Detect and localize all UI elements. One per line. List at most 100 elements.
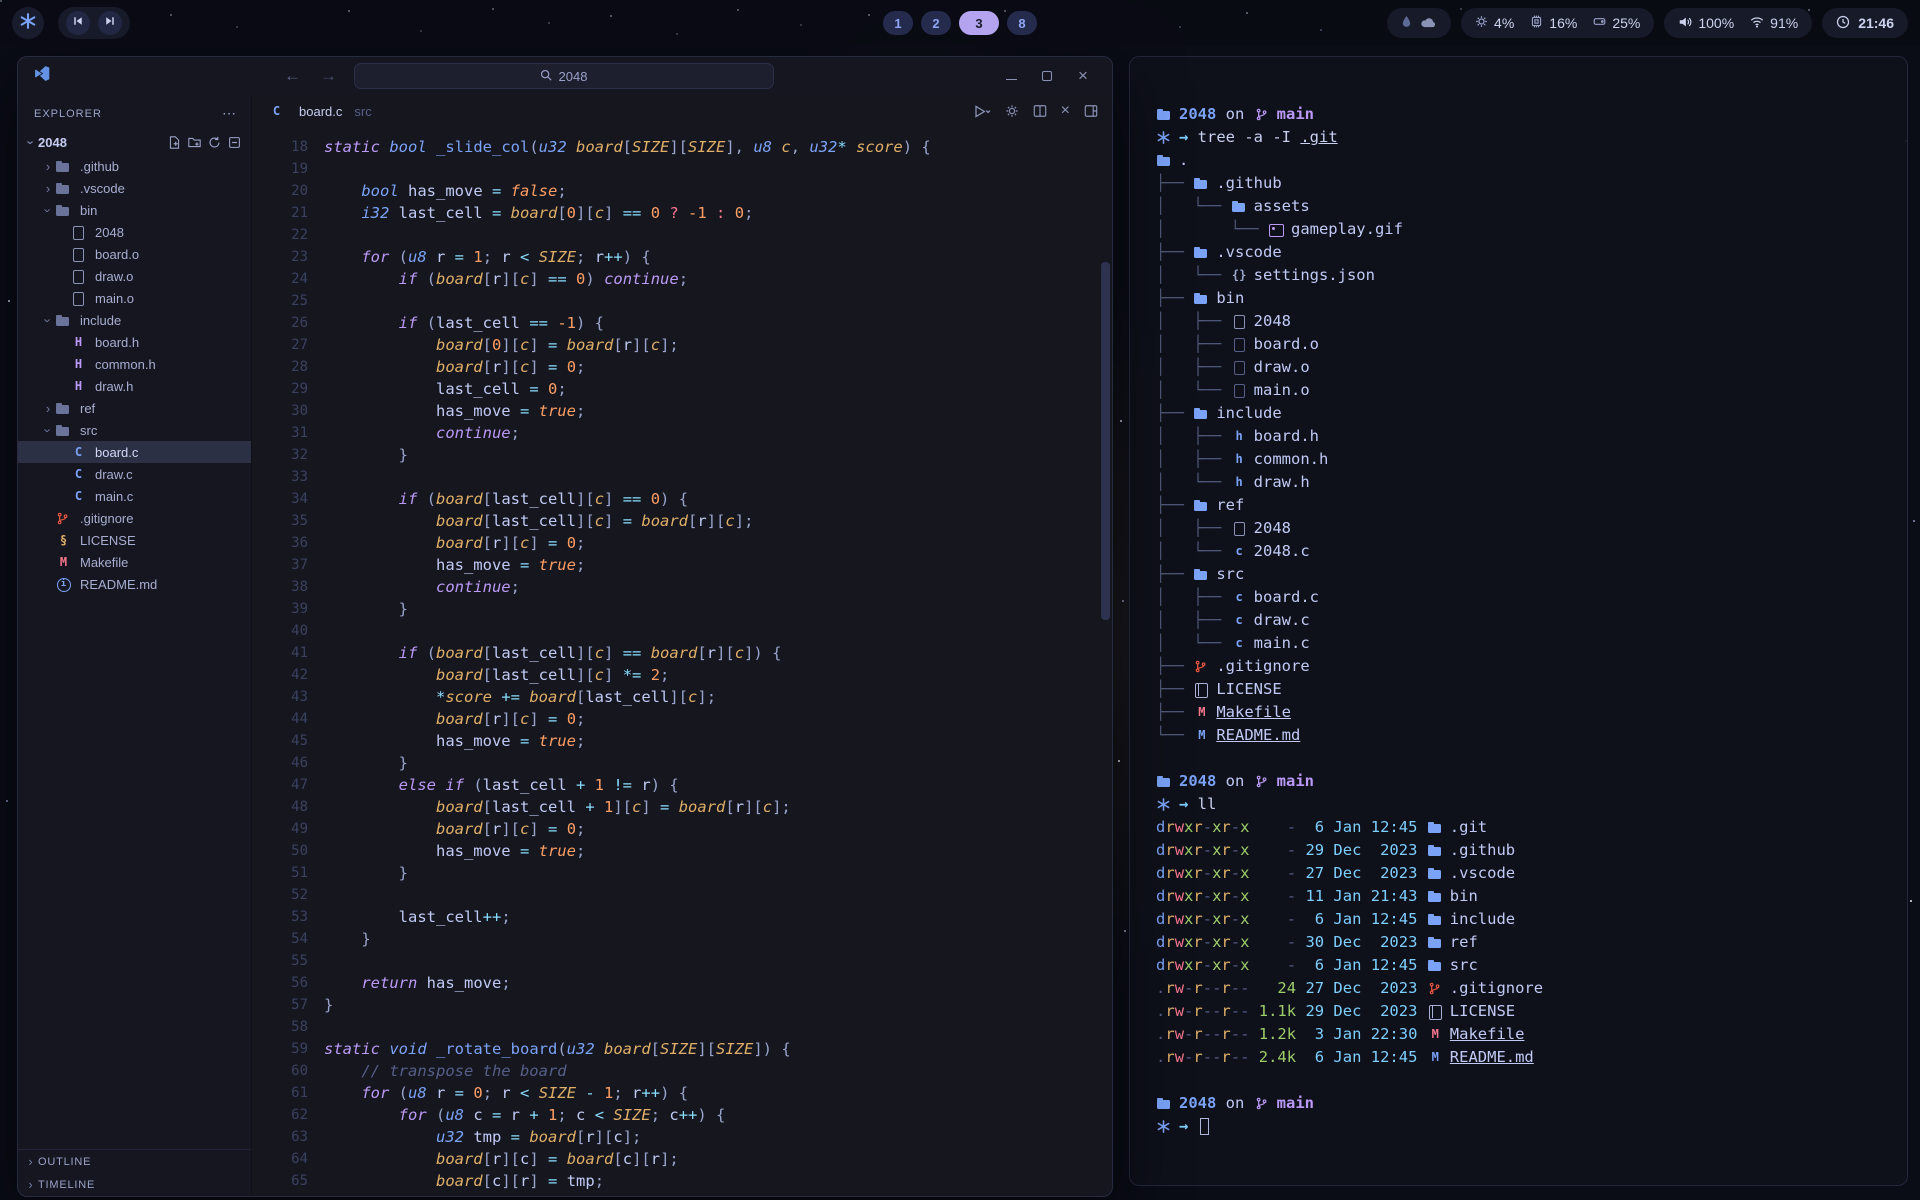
explorer-root-folder[interactable]: › 2048 bbox=[18, 130, 251, 155]
media-prev-button[interactable] bbox=[66, 11, 90, 35]
explorer-item-main.c[interactable]: Cmain.c bbox=[18, 485, 251, 507]
explorer-item-board.c[interactable]: Cboard.c bbox=[18, 441, 251, 463]
breadcrumb[interactable]: src bbox=[354, 104, 371, 119]
code-line-58[interactable]: 58 bbox=[252, 1016, 1112, 1038]
explorer-item-board.o[interactable]: board.o bbox=[18, 243, 251, 265]
refresh-icon[interactable] bbox=[208, 136, 221, 149]
close-button[interactable]: × bbox=[1076, 69, 1090, 83]
code-line-52[interactable]: 52 bbox=[252, 884, 1112, 906]
code-line-30[interactable]: 30 has_move = true; bbox=[252, 400, 1112, 422]
code-line-32[interactable]: 32 } bbox=[252, 444, 1112, 466]
code-line-19[interactable]: 19 bbox=[252, 158, 1112, 180]
code-line-53[interactable]: 53 last_cell++; bbox=[252, 906, 1112, 928]
code-line-21[interactable]: 21 i32 last_cell = board[0][c] == 0 ? -1… bbox=[252, 202, 1112, 224]
code-line-48[interactable]: 48 board[last_cell + 1][c] = board[r][c]… bbox=[252, 796, 1112, 818]
code-area[interactable]: 18static bool _slide_col(u32 board[SIZE]… bbox=[252, 127, 1112, 1196]
code-line-31[interactable]: 31 continue; bbox=[252, 422, 1112, 444]
code-line-62[interactable]: 62 for (u8 c = r + 1; c < SIZE; c++) { bbox=[252, 1104, 1112, 1126]
active-tab-filename[interactable]: board.c bbox=[299, 104, 342, 119]
layout-panel-icon[interactable] bbox=[1084, 104, 1098, 118]
code-line-63[interactable]: 63 u32 tmp = board[r][c]; bbox=[252, 1126, 1112, 1148]
code-line-25[interactable]: 25 bbox=[252, 290, 1112, 312]
explorer-item-.gitignore[interactable]: .gitignore bbox=[18, 507, 251, 529]
code-line-49[interactable]: 49 board[r][c] = 0; bbox=[252, 818, 1112, 840]
code-line-24[interactable]: 24 if (board[r][c] == 0) continue; bbox=[252, 268, 1112, 290]
new-file-icon[interactable] bbox=[168, 136, 181, 149]
explorer-item-ref[interactable]: ›ref bbox=[18, 397, 251, 419]
code-line-40[interactable]: 40 bbox=[252, 620, 1112, 642]
code-line-51[interactable]: 51 } bbox=[252, 862, 1112, 884]
code-line-29[interactable]: 29 last_cell = 0; bbox=[252, 378, 1112, 400]
workspace-2[interactable]: 2 bbox=[921, 11, 951, 35]
explorer-item-README.md[interactable]: iREADME.md bbox=[18, 573, 251, 595]
weather-widget[interactable] bbox=[1387, 8, 1451, 38]
code-line-42[interactable]: 42 board[last_cell][c] *= 2; bbox=[252, 664, 1112, 686]
terminal-window[interactable]: 2048 on main→ tree -a -I .git.├── .githu… bbox=[1129, 56, 1908, 1186]
code-line-39[interactable]: 39 } bbox=[252, 598, 1112, 620]
search-input[interactable]: 2048 bbox=[354, 63, 774, 89]
code-line-18[interactable]: 18static bool _slide_col(u32 board[SIZE]… bbox=[252, 136, 1112, 158]
code-line-33[interactable]: 33 bbox=[252, 466, 1112, 488]
explorer-item-board.h[interactable]: Hboard.h bbox=[18, 331, 251, 353]
collapse-all-icon[interactable] bbox=[228, 136, 241, 149]
workspace-8[interactable]: 8 bbox=[1007, 11, 1037, 35]
code-line-56[interactable]: 56 return has_move; bbox=[252, 972, 1112, 994]
split-editor-icon[interactable] bbox=[1033, 104, 1047, 118]
explorer-item-src[interactable]: ›src bbox=[18, 419, 251, 441]
explorer-item-2048[interactable]: 2048 bbox=[18, 221, 251, 243]
scrollbar-thumb[interactable] bbox=[1101, 262, 1110, 621]
code-line-60[interactable]: 60 // transpose the board bbox=[252, 1060, 1112, 1082]
code-line-44[interactable]: 44 board[r][c] = 0; bbox=[252, 708, 1112, 730]
workspace-1[interactable]: 1 bbox=[883, 11, 913, 35]
navigate-back-button[interactable]: ← bbox=[282, 66, 304, 86]
explorer-item-main.o[interactable]: main.o bbox=[18, 287, 251, 309]
code-line-28[interactable]: 28 board[r][c] = 0; bbox=[252, 356, 1112, 378]
explorer-item-include[interactable]: ›include bbox=[18, 309, 251, 331]
explorer-item-Makefile[interactable]: MMakefile bbox=[18, 551, 251, 573]
code-line-43[interactable]: 43 *score += board[last_cell][c]; bbox=[252, 686, 1112, 708]
code-line-34[interactable]: 34 if (board[last_cell][c] == 0) { bbox=[252, 488, 1112, 510]
code-line-38[interactable]: 38 continue; bbox=[252, 576, 1112, 598]
explorer-item-.vscode[interactable]: ›.vscode bbox=[18, 177, 251, 199]
system-stats-widget[interactable]: 4% 16% 25% bbox=[1461, 8, 1654, 38]
workspace-3[interactable]: 3 bbox=[959, 11, 999, 35]
maximize-button[interactable] bbox=[1040, 69, 1054, 83]
code-line-59[interactable]: 59static void _rotate_board(u32 board[SI… bbox=[252, 1038, 1112, 1060]
code-line-47[interactable]: 47 else if (last_cell + 1 != r) { bbox=[252, 774, 1112, 796]
code-line-57[interactable]: 57} bbox=[252, 994, 1112, 1016]
explorer-item-draw.o[interactable]: draw.o bbox=[18, 265, 251, 287]
code-line-45[interactable]: 45 has_move = true; bbox=[252, 730, 1112, 752]
code-line-20[interactable]: 20 bool has_move = false; bbox=[252, 180, 1112, 202]
explorer-item-.github[interactable]: ›.github bbox=[18, 155, 251, 177]
code-line-46[interactable]: 46 } bbox=[252, 752, 1112, 774]
code-line-61[interactable]: 61 for (u8 r = 0; r < SIZE - 1; r++) { bbox=[252, 1082, 1112, 1104]
code-line-54[interactable]: 54 } bbox=[252, 928, 1112, 950]
code-line-37[interactable]: 37 has_move = true; bbox=[252, 554, 1112, 576]
code-line-41[interactable]: 41 if (board[last_cell][c] == board[r][c… bbox=[252, 642, 1112, 664]
code-line-64[interactable]: 64 board[r][c] = board[c][r]; bbox=[252, 1148, 1112, 1170]
code-line-23[interactable]: 23 for (u8 r = 1; r < SIZE; r++) { bbox=[252, 246, 1112, 268]
code-line-27[interactable]: 27 board[0][c] = board[r][c]; bbox=[252, 334, 1112, 356]
code-line-36[interactable]: 36 board[r][c] = 0; bbox=[252, 532, 1112, 554]
code-line-26[interactable]: 26 if (last_cell == -1) { bbox=[252, 312, 1112, 334]
code-line-55[interactable]: 55 bbox=[252, 950, 1112, 972]
clock-widget[interactable]: 21:46 bbox=[1822, 8, 1908, 38]
explorer-item-draw.c[interactable]: Cdraw.c bbox=[18, 463, 251, 485]
code-line-22[interactable]: 22 bbox=[252, 224, 1112, 246]
explorer-item-LICENSE[interactable]: §LICENSE bbox=[18, 529, 251, 551]
code-line-50[interactable]: 50 has_move = true; bbox=[252, 840, 1112, 862]
outline-panel[interactable]: › OUTLINE bbox=[18, 1150, 251, 1173]
timeline-panel[interactable]: › TIMELINE bbox=[18, 1173, 251, 1196]
settings-gear-icon[interactable] bbox=[1005, 104, 1019, 118]
code-line-65[interactable]: 65 board[c][r] = tmp; bbox=[252, 1170, 1112, 1192]
audio-network-widget[interactable]: 100% 91% bbox=[1664, 8, 1812, 38]
launcher-button[interactable] bbox=[12, 7, 44, 39]
media-next-button[interactable] bbox=[98, 11, 122, 35]
run-button[interactable] bbox=[974, 105, 991, 118]
close-editor-icon[interactable]: × bbox=[1061, 102, 1070, 120]
editor-scrollbar[interactable] bbox=[1101, 135, 1110, 1190]
explorer-more-actions-icon[interactable]: ⋯ bbox=[222, 105, 237, 122]
minimize-button[interactable] bbox=[1004, 69, 1018, 83]
explorer-item-bin[interactable]: ›bin bbox=[18, 199, 251, 221]
explorer-item-common.h[interactable]: Hcommon.h bbox=[18, 353, 251, 375]
